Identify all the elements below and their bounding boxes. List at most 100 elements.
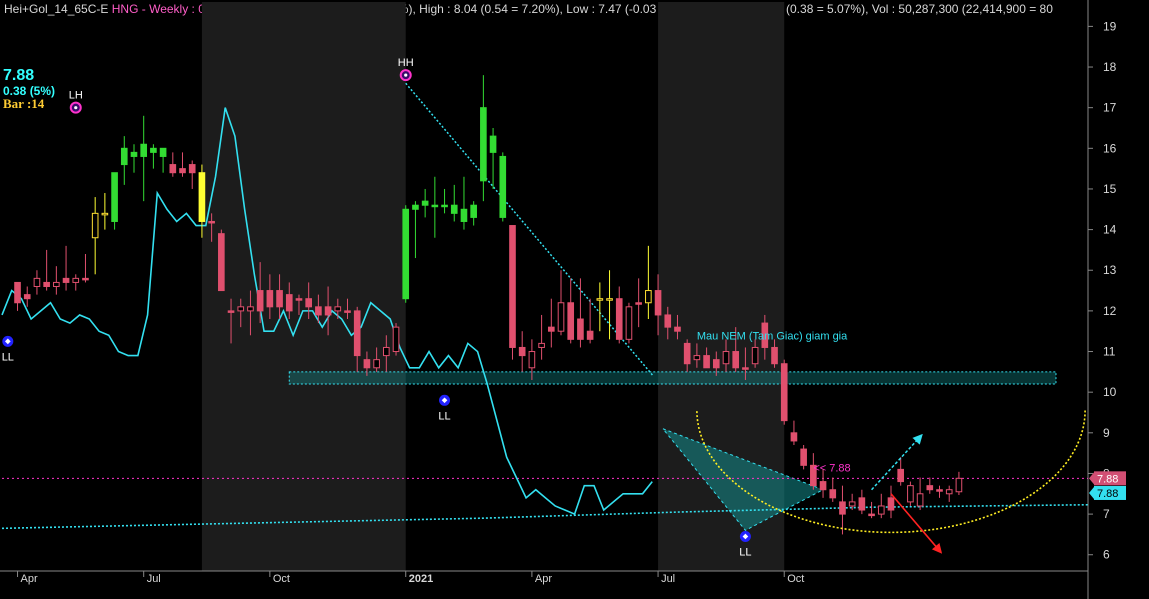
candle-body: [285, 294, 293, 312]
chart-window: Hei+Gol_14_65C-E HNG - Weekly : 05/11/20…: [0, 0, 1149, 599]
candle-body: [227, 310, 235, 313]
candle-body: [363, 359, 371, 369]
candle-body: [887, 497, 895, 511]
candle-body: [315, 306, 322, 316]
candle-body: [625, 306, 633, 340]
candle-body: [819, 481, 827, 491]
x-tick-label: Oct: [787, 573, 804, 585]
projection-down-arrow: [890, 493, 943, 554]
y-tick-label: 14: [1103, 223, 1117, 237]
candle-body: [615, 298, 623, 340]
swing-low-label: LL: [438, 410, 450, 422]
candle-body: [732, 351, 740, 369]
current-price-note: << 7.88: [813, 462, 850, 474]
candle-body: [33, 277, 41, 288]
candle-body: [305, 298, 312, 308]
candle-body: [324, 306, 332, 316]
candle-body: [829, 489, 837, 499]
candle-body: [150, 147, 157, 153]
candle-body: [431, 204, 439, 208]
candle-body: [635, 302, 642, 305]
candle-body: [926, 485, 934, 491]
candle-body: [334, 306, 342, 312]
candle-body: [703, 355, 710, 369]
candle-body: [654, 290, 662, 316]
y-tick-label: 10: [1103, 385, 1117, 399]
y-tick-label: 9: [1103, 426, 1110, 440]
price-label-text: 7.88: [1097, 488, 1118, 500]
candle-body: [877, 505, 885, 515]
candle-body: [266, 290, 274, 308]
candle-body: [82, 277, 89, 281]
candle-body: [664, 314, 672, 328]
y-tick-label: 13: [1103, 263, 1117, 277]
swing-high-label: LH: [69, 90, 83, 102]
candle-body: [771, 346, 778, 365]
swing-high-dot: [404, 73, 408, 77]
candle-body: [159, 147, 167, 157]
candle-body: [120, 147, 128, 166]
candle-body: [237, 306, 245, 312]
candle-body: [450, 204, 458, 214]
moving-average-line: [1, 503, 1089, 530]
candle-body: [790, 432, 798, 442]
candle-body: [858, 497, 866, 511]
y-tick-label: 15: [1103, 182, 1117, 196]
candle-body: [91, 212, 99, 239]
candle-body: [256, 290, 264, 312]
candle-body: [712, 359, 720, 369]
candle-body: [62, 277, 70, 283]
candle-body: [780, 363, 788, 422]
candle-body: [140, 143, 148, 157]
candle-body: [839, 501, 846, 515]
candle-body: [23, 294, 31, 300]
candle-body: [383, 346, 390, 357]
candle-body: [567, 302, 575, 340]
candle-body: [693, 355, 701, 361]
candle-body: [344, 310, 351, 313]
candle-body: [955, 477, 963, 493]
candle-body: [460, 208, 468, 222]
y-tick-label: 17: [1103, 101, 1117, 115]
candle-body: [751, 346, 759, 365]
y-tick-label: 12: [1103, 304, 1117, 318]
candle-body: [421, 200, 429, 206]
x-tick-label: Apr: [535, 573, 552, 585]
candle-body: [218, 233, 225, 292]
swing-low-label: LL: [2, 351, 14, 363]
candle-body: [43, 281, 50, 287]
candle-body: [499, 155, 507, 218]
candle-body: [441, 204, 448, 208]
candle-body: [518, 346, 526, 357]
candle-body: [402, 208, 410, 300]
candle-body: [897, 468, 905, 483]
candle-body: [480, 107, 487, 182]
candle-body: [596, 298, 604, 301]
x-tick-label: Jul: [661, 573, 675, 585]
shaded-period: [201, 2, 406, 571]
candle-body: [645, 290, 652, 304]
swing-high-dot: [74, 106, 78, 110]
candle-body: [412, 204, 419, 210]
candle-body: [586, 330, 594, 340]
swing-high-label: HH: [398, 57, 414, 69]
candle-body: [14, 281, 21, 304]
candle-body: [179, 168, 186, 174]
candle-body: [295, 298, 303, 301]
candle-body: [489, 135, 497, 153]
pattern-label: Mau NEM (Tam Giac) giam gia: [697, 330, 848, 342]
candle-body: [868, 513, 875, 517]
y-tick-label: 7: [1103, 507, 1110, 521]
candle-body: [353, 310, 361, 357]
y-tick-label: 6: [1103, 548, 1110, 562]
candle-body: [916, 493, 924, 507]
support-box: [288, 371, 1057, 385]
y-tick-label: 16: [1103, 141, 1117, 155]
candle-body: [936, 489, 943, 492]
candle-body: [800, 448, 807, 466]
candle-body: [276, 290, 283, 308]
y-tick-label: 11: [1103, 345, 1116, 359]
candle-body: [547, 326, 555, 332]
price-chart[interactable]: 678910111213141516171819AprJulOct2021Apr…: [0, 0, 1149, 599]
price-label-text: 7.88: [1097, 473, 1118, 485]
